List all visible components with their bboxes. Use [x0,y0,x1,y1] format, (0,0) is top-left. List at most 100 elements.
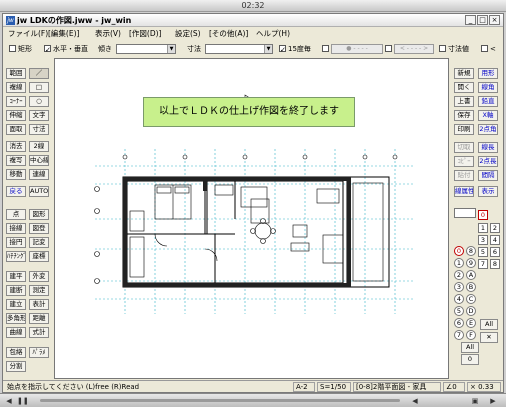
layer-8-button[interactable]: 8 [490,259,500,269]
tool-envelope[interactable]: 包絡 [6,347,26,358]
tool-building-elevation[interactable]: 建立 [6,299,26,310]
angle-indicator[interactable]: ∠0 [443,382,465,392]
window-title-bar[interactable]: jw jw LDKの作図.jww - jw_win _ □ × [3,14,503,27]
copy-button[interactable]: ｺﾋﾟｰ [454,156,474,167]
tool-center-line[interactable]: 中心線 [29,155,49,166]
tool-parallel[interactable]: 複線 [6,82,26,93]
group-7-button[interactable]: 7 [454,330,464,340]
tool-distance[interactable]: 距離 [29,313,49,324]
open-file-button[interactable]: 開く [454,82,474,93]
group-a-button[interactable]: A [466,270,476,280]
group-b-button[interactable]: B [466,282,476,292]
tool-tangent-circle[interactable]: 接円 [6,237,26,248]
group-1-button[interactable]: 1 [454,258,464,268]
tool-two-point-length[interactable]: 2点長 [478,156,498,167]
group-all-button[interactable]: All [461,342,479,353]
tool-curve[interactable]: 曲線 [6,327,26,338]
rect-checkbox[interactable] [9,45,16,52]
scale-indicator[interactable]: S=1/50 [317,382,351,392]
menu-settings[interactable]: 設定(S) [175,28,201,40]
group-6-button[interactable]: 6 [454,318,464,328]
tool-text[interactable]: 文字 [29,110,49,121]
extra-checkbox[interactable] [481,45,488,52]
layer-6-button[interactable]: 6 [490,247,500,257]
display-button[interactable]: 表示 [478,186,498,197]
arrow-checkbox[interactable] [385,45,392,52]
layer-1-button[interactable]: 1 [478,223,488,233]
tool-erase[interactable]: 消去 [6,141,26,152]
line-type-checkbox[interactable] [322,45,329,52]
layer-7-button[interactable]: 7 [478,259,488,269]
group-4-button[interactable]: 4 [454,294,464,304]
group-0-button[interactable]: 0 [454,246,464,256]
chevron-down-icon[interactable]: ▼ [264,45,272,53]
group-2-button[interactable]: 2 [454,270,464,280]
tool-chamfer[interactable]: 面取 [6,124,26,135]
tool-circle[interactable]: ○ [29,96,49,107]
pause-icon[interactable]: ❚❚ [17,396,29,406]
tool-x-axis[interactable]: X軸 [478,110,498,121]
layer-close-icon[interactable]: ✕ [480,332,498,343]
close-button[interactable]: × [489,15,500,25]
tool-line-angle[interactable]: 線角 [478,82,498,93]
menu-view[interactable]: 表示(V) [95,28,121,40]
group-zero-button[interactable]: 0 [461,354,479,365]
tool-corner[interactable]: ｺｰﾅｰ [6,96,26,107]
tool-point[interactable]: 点 [6,209,26,220]
tool-auto[interactable]: AUTO [29,186,49,197]
layer-4-button[interactable]: 4 [490,235,500,245]
layer-all-button[interactable]: All [480,319,498,330]
tool-double-line[interactable]: 2線 [29,141,49,152]
undo-button[interactable]: 戻る [6,186,26,197]
tool-stretch[interactable]: 伸縮 [6,110,26,121]
layer-indicator[interactable]: [0-8]2階平面図 - 家具 [353,382,441,392]
tool-dimension[interactable]: 寸法 [29,124,49,135]
tool-interval[interactable]: 間隔 [478,170,498,181]
tool-building-plan[interactable]: 建平 [6,271,26,282]
dimension-combo[interactable]: ▼ [205,44,273,54]
tool-line-length[interactable]: 線長 [478,142,498,153]
pen-width-box[interactable] [454,208,476,218]
dim-value-checkbox[interactable] [439,45,446,52]
drawing-canvas[interactable]: 以上でＬＤＫの仕上げ作図を終了します [54,58,449,379]
menu-file[interactable]: ファイル(F) [8,28,48,40]
group-c-button[interactable]: C [466,294,476,304]
chevron-down-icon[interactable]: ▼ [167,45,175,53]
tool-building-section[interactable]: 建断 [6,285,26,296]
cut-button[interactable]: 切取 [454,142,474,153]
maximize-button[interactable]: □ [477,15,488,25]
layer-5-button[interactable]: 5 [478,247,488,257]
tool-table-calc[interactable]: 表計 [29,299,49,310]
line-type-selector[interactable]: ● - - - - [331,44,383,54]
menu-other[interactable]: [その他(A)] [209,28,248,40]
tool-external-change[interactable]: 外変 [29,271,49,282]
fullscreen-icon[interactable]: ▣ [470,396,480,406]
layer-3-button[interactable]: 3 [478,235,488,245]
tool-figure-register[interactable]: 図登 [29,223,49,234]
forward-icon[interactable]: ▶ [488,396,498,406]
group-9-button[interactable]: 9 [466,258,476,268]
group-8-button[interactable]: 8 [466,246,476,256]
tool-divide[interactable]: 分割 [6,361,26,372]
tool-vertical[interactable]: 鉛直 [478,96,498,107]
group-f-button[interactable]: F [466,330,476,340]
tool-coordinate[interactable]: 座標 [29,251,49,262]
tool-rectangle[interactable]: □ [29,82,49,93]
arrow-selector[interactable]: < - - - - > [394,44,434,54]
tilt-combo[interactable]: ▼ [116,44,176,54]
minimize-button[interactable]: _ [465,15,476,25]
tool-formula[interactable]: 式計 [29,327,49,338]
tool-hatching[interactable]: ﾊﾁﾁﾝｸﾞ [6,251,26,262]
line-attribute-button[interactable]: 線属性 [454,186,474,197]
paste-button[interactable]: 貼付 [454,170,474,181]
print-button[interactable]: 印刷 [454,124,474,135]
tool-measure[interactable]: 測定 [29,285,49,296]
group-e-button[interactable]: E [466,318,476,328]
tool-line[interactable]: ／ [29,68,49,79]
new-file-button[interactable]: 新規 [454,68,474,79]
tool-polygon[interactable]: 多角形 [6,313,26,324]
menu-edit[interactable]: [編集(E)] [48,28,79,40]
tool-tangent[interactable]: 接線 [6,223,26,234]
menu-draw[interactable]: [作図(D)] [129,28,161,40]
group-d-button[interactable]: D [466,306,476,316]
